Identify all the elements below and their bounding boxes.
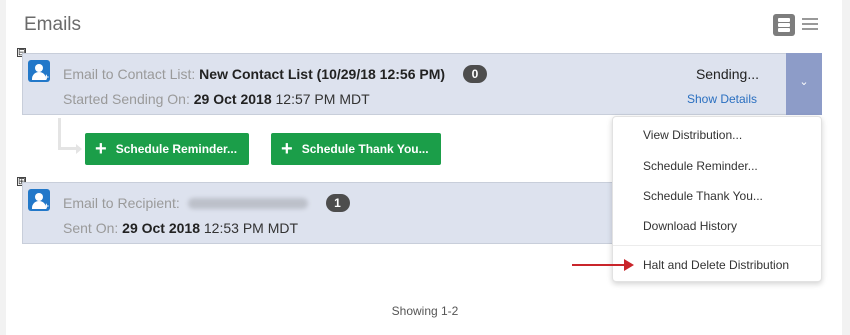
- distribution-type-label: Email to Contact List:: [63, 66, 196, 82]
- annotation-arrow-icon: [572, 258, 634, 272]
- list-view-icon[interactable]: [802, 18, 818, 32]
- menu-item-schedule-thank-you[interactable]: Schedule Thank You...: [643, 189, 763, 203]
- menu-item-schedule-reminder[interactable]: Schedule Reminder...: [643, 159, 758, 173]
- show-details-link[interactable]: Show Details: [687, 92, 757, 106]
- schedule-reminder-button[interactable]: + Schedule Reminder...: [85, 133, 250, 165]
- menu-item-view-distribution[interactable]: View Distribution...: [643, 128, 742, 142]
- pagination-status: Showing 1-2: [391, 304, 459, 318]
- distribution-date-line: Started Sending On: 29 Oct 2018 12:57 PM…: [63, 91, 370, 107]
- distribution-type-label: Email to Recipient:: [63, 195, 180, 211]
- menu-item-halt-and-delete[interactable]: Halt and Delete Distribution: [643, 258, 789, 272]
- menu-divider: [613, 245, 821, 246]
- plus-icon: +: [281, 138, 293, 160]
- menu-item-download-history[interactable]: Download History: [643, 219, 737, 233]
- date-value: 29 Oct 2018: [193, 91, 272, 107]
- status-text: Sending...: [695, 66, 759, 82]
- connector-arrow-icon: [76, 144, 82, 154]
- schedule-thank-you-button[interactable]: + Schedule Thank You...: [271, 133, 441, 165]
- contact-add-icon: +: [28, 60, 50, 82]
- redacted-recipient-name: [187, 198, 308, 209]
- row-actions-menu: View Distribution... Schedule Reminder..…: [612, 116, 822, 282]
- distribution-row: + Email to Contact List: New Contact Lis…: [22, 53, 822, 115]
- distribution-title: Email to Recipient: 1: [63, 194, 350, 212]
- row-actions-dropdown-button[interactable]: ⌄: [786, 53, 822, 115]
- panel-title: Emails: [24, 14, 82, 35]
- contact-add-icon: +: [28, 189, 50, 211]
- distribution-target: New Contact List (10/29/18 12:56 PM): [199, 66, 446, 82]
- card-view-icon[interactable]: [773, 14, 795, 36]
- date-label: Sent On:: [63, 220, 119, 236]
- chevron-down-icon: ⌄: [799, 76, 809, 88]
- date-label: Started Sending On:: [63, 91, 190, 107]
- count-badge: 0: [462, 65, 487, 83]
- plus-icon: +: [95, 138, 107, 160]
- schedule-thank-you-label: Schedule Thank You...: [301, 142, 429, 156]
- time-value: 12:53 PM MDT: [203, 220, 299, 236]
- date-value: 29 Oct 2018: [122, 220, 200, 236]
- time-value: 12:57 PM MDT: [275, 91, 370, 107]
- schedule-reminder-label: Schedule Reminder...: [115, 142, 238, 156]
- emails-panel: Emails ⊟ + Email to Contact List: New Co…: [0, 0, 850, 335]
- count-badge: 1: [325, 194, 350, 212]
- distribution-date-line: Sent On: 29 Oct 2018 12:53 PM MDT: [63, 220, 298, 236]
- distribution-title: Email to Contact List: New Contact List …: [63, 65, 487, 83]
